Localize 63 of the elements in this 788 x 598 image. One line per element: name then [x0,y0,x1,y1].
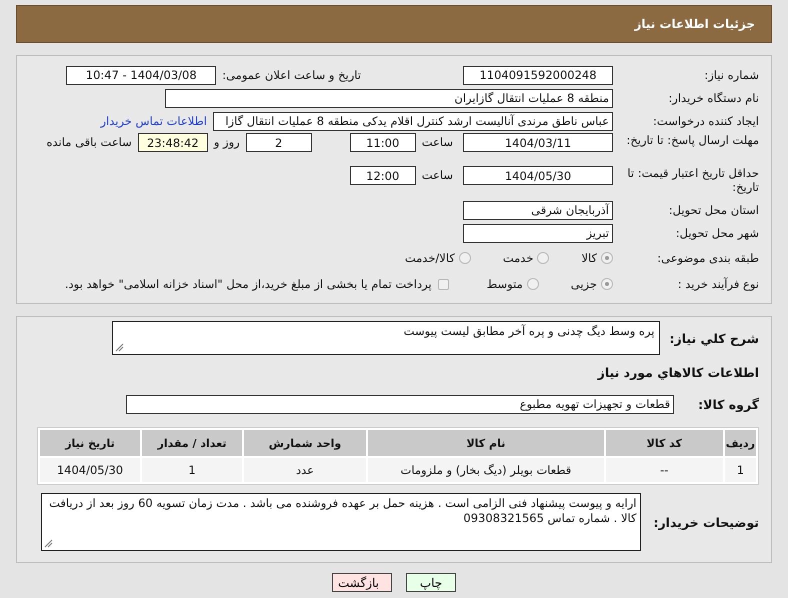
column-header: کد کالا [606,430,723,456]
radio-button[interactable] [601,278,613,290]
print-button[interactable]: چاپ [406,573,456,592]
description-box: پره وسط دیگ چدنی و پره آخر مطابق لیست پیوست [112,321,660,355]
column-header: واحد شمارش [244,430,366,456]
buyer-notes-box: ارایه و پیوست پیشنهاد فنی الزامی است . هزینه حمل بر عهده فروشنده می باشد . مدت زمان تسویه 60 روز بعد از دریافت کالا . شماره تماس 09308321565 [41,493,642,551]
time-field: 12:00 [350,166,416,185]
table-cell: -- [606,458,723,482]
option-label: خدمت [502,251,534,265]
field-label: نوع فرآیند خرید : [676,277,759,291]
field-label: ساعت [422,135,453,149]
province-field: آذربایجان شرقی [463,200,613,220]
field-label: روز و [214,135,240,149]
need-number-field: 1104091592000248 [463,66,613,84]
column-header: تعداد / مقدار [142,430,242,456]
buyer-contact-link[interactable]: اطلاعات تماس خریدار [100,114,207,128]
remaining-time-field: 23:48:42 [138,133,208,152]
field-label: ساعت باقی مانده [46,135,132,149]
column-header: نام کالا [368,430,604,456]
option-label: کالا [581,251,597,265]
column-header: ردیف [724,430,756,456]
city-field: تبریز [463,224,613,242]
section-heading: اطلاعات کالاهاي مورد نیاز [598,364,759,380]
field-label: مهلت ارسال پاسخ: تا تاریخ: [625,133,759,147]
radio-button[interactable] [526,278,539,290]
option-label: متوسط [486,277,523,291]
option-label: کالا/خدمت [404,251,455,265]
goods-group-field: قطعات و تجهیزات تهویه مطبوع [126,394,674,414]
field-label: شهر محل تحویل: [674,226,759,240]
field-label: حداقل تاریخ اعتبار قیمت: تا تاریخ: [626,166,759,194]
table-cell: 1404/05/30 [40,458,140,482]
radio-button[interactable] [537,252,550,264]
field-label: توضیحات خریدار: [653,514,759,530]
announce-date-field: 1404/03/08 - 10:47 [66,66,216,84]
table-cell: عدد [244,458,366,482]
field-label: نام دستگاه خریدار: [667,91,759,105]
requester-field: عباس ناطق مرندی آنالیست ارشد کنترل اقلام یدکی منطقه 8 عملیات انتقال گازا [213,112,613,130]
back-button[interactable]: بازگشت [332,573,392,592]
date-field: 1404/05/30 [463,166,613,185]
time-field: 11:00 [350,133,416,152]
resize-grip-icon [44,539,54,548]
table-cell: 1 [142,458,242,482]
field-label: شماره نیاز: [703,68,759,82]
table-cell: 1 [724,458,756,482]
field-label: گروه کالا: [698,396,759,412]
field-label: استان محل تحویل: [668,203,759,217]
table-cell: قطعات بویلر (دیگ بخار) و ملزومات [368,458,604,482]
page-title: جزئیات اطلاعات نیاز [634,17,755,31]
field-label: شرح کلي نیاز: [670,330,759,346]
buyer-org-field: منطقه 8 عملیات انتقال گازایران [165,88,613,108]
days-field: 2 [246,133,312,152]
radio-button[interactable] [601,252,613,264]
checkbox[interactable] [438,278,449,290]
field-label: تاریخ و ساعت اعلان عمومی: [222,68,361,82]
radio-button[interactable] [458,252,471,264]
field-label: ایجاد کننده درخواست: [652,114,759,128]
field-label: ساعت [422,168,453,182]
field-label: طبقه بندی موضوعی: [656,251,759,265]
payment-note: پرداخت تمام یا بخشی از مبلغ خرید،از محل "اسناد خزانه اسلامی" خواهد بود. [64,277,432,291]
date-field: 1404/03/11 [463,133,613,152]
option-label: جزیی [570,277,597,291]
resize-grip-icon [114,343,124,352]
column-header: تاریخ نیاز [40,430,140,456]
